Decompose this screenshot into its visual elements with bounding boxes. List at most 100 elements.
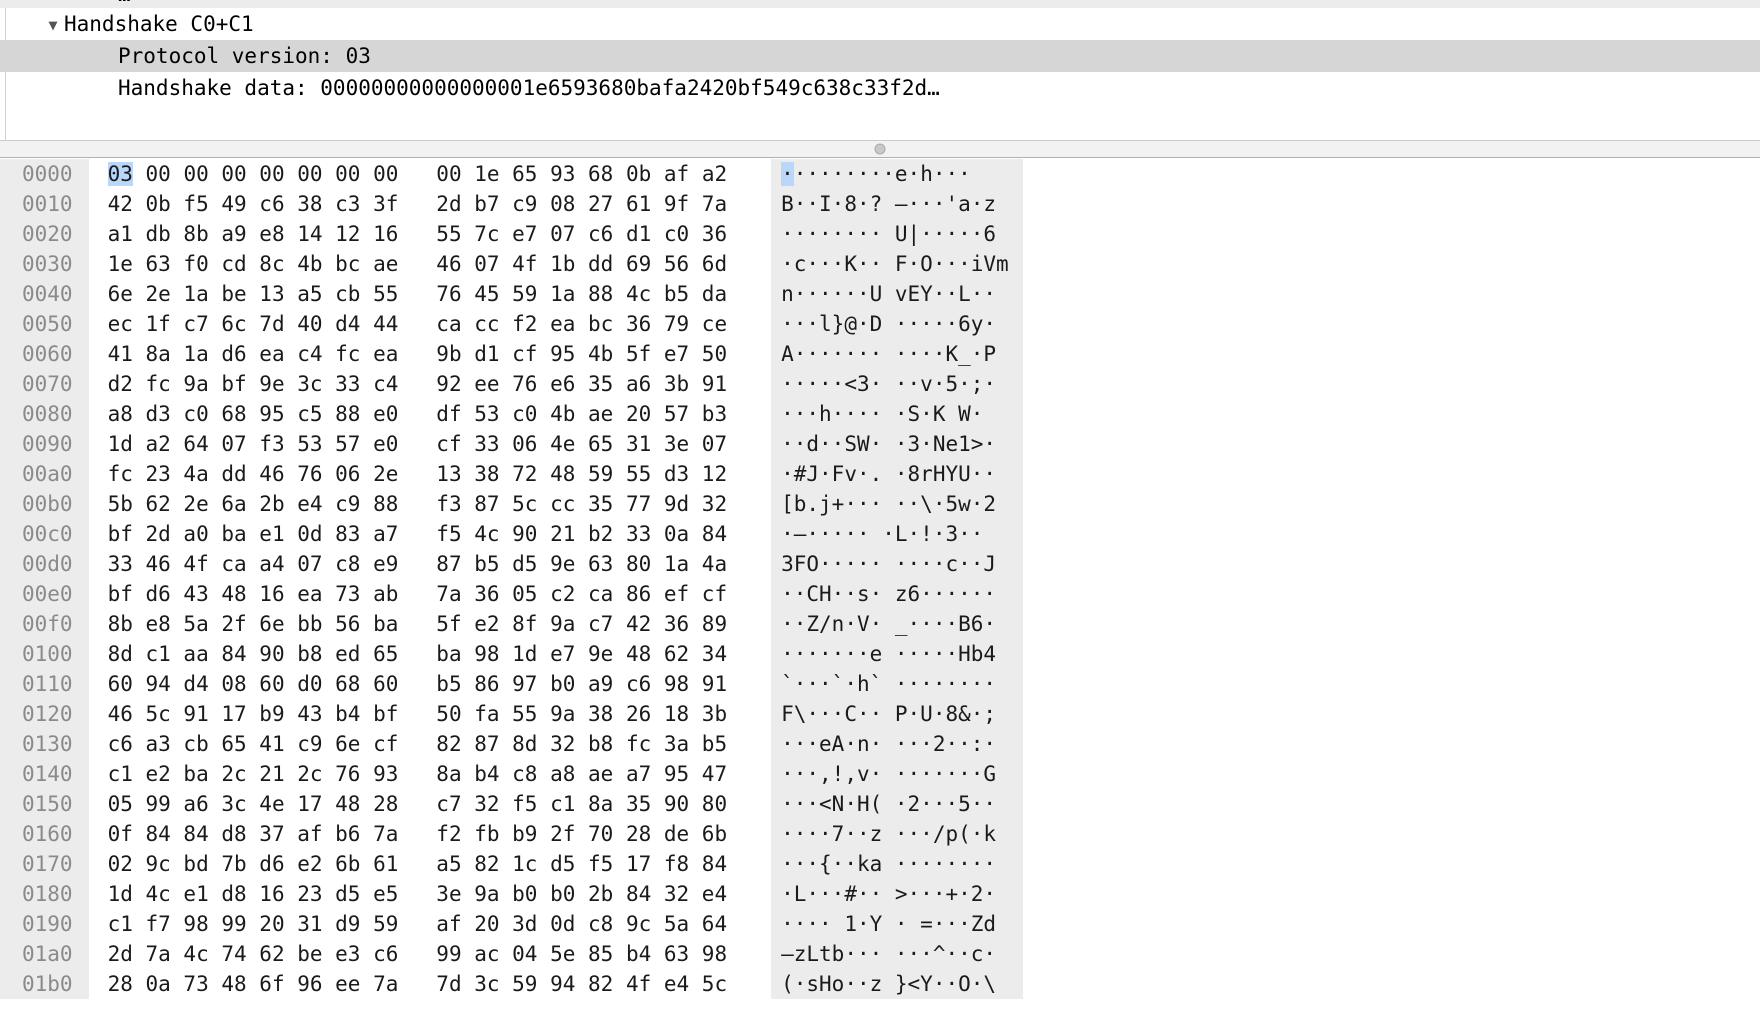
hex-bytes-cell[interactable]: 5b 62 2e 6a 2b e4 c9 88 f3 87 5c cc 35 7… xyxy=(89,489,744,519)
hex-bytes-cell[interactable]: c6 a3 cb 65 41 c9 6e cf 82 87 8d 32 b8 f… xyxy=(89,729,744,759)
hex-row[interactable]: 0140 c1 e2 ba 2c 21 2c 76 93 8a b4 c8 a8 … xyxy=(0,759,1023,789)
ascii-cell[interactable]: ·········e·h··· xyxy=(771,159,1023,189)
hex-ascii-gutter xyxy=(743,909,772,939)
pane-splitter[interactable] xyxy=(0,140,1760,158)
ascii-cell[interactable]: ········ U|·····6 xyxy=(771,219,1023,249)
tree-row-handshake[interactable]: ▼ Handshake C0+C1 xyxy=(0,8,1760,40)
hex-row[interactable]: 0180 1d 4c e1 d8 16 23 d5 e5 3e 9a b0 b0 … xyxy=(0,879,1023,909)
ascii-cell[interactable]: ·c···K·· F·O···iVm xyxy=(771,249,1023,279)
hex-bytes-cell[interactable]: 1e 63 f0 cd 8c 4b bc ae 46 07 4f 1b dd 6… xyxy=(89,249,744,279)
hex-bytes-cell[interactable]: 1d 4c e1 d8 16 23 d5 e5 3e 9a b0 b0 2b 8… xyxy=(89,879,744,909)
ascii-cell[interactable]: 3FO····· ····c··J xyxy=(771,549,1023,579)
ascii-cell[interactable]: B··I·8·? —···'a·z xyxy=(771,189,1023,219)
ascii-cell[interactable]: ··Z/n·V· _····B6· xyxy=(771,609,1023,639)
ascii-cell[interactable]: ···eA·n· ···2··:· xyxy=(771,729,1023,759)
hex-row[interactable]: 0170 02 9c bd 7b d6 e2 6b 61 a5 82 1c d5 … xyxy=(0,849,1023,879)
hex-row[interactable]: 01a0 2d 7a 4c 74 62 be e3 c6 99 ac 04 5e … xyxy=(0,939,1023,969)
tree-row-handshake-data[interactable]: Handshake data: 00000000000000001e659368… xyxy=(0,72,1760,104)
hex-row[interactable]: 00b0 5b 62 2e 6a 2b e4 c9 88 f3 87 5c cc … xyxy=(0,489,1023,519)
ascii-cell[interactable]: ···· 1·Y · =···Zd xyxy=(771,909,1023,939)
hex-row[interactable]: 00d0 33 46 4f ca a4 07 c8 e9 87 b5 d5 9e … xyxy=(0,549,1023,579)
ascii-cell[interactable]: ···h···· ·S·K W· xyxy=(771,399,1023,429)
hex-bytes-cell[interactable]: 03 00 00 00 00 00 00 00 00 1e 65 93 68 0… xyxy=(89,159,744,189)
hex-bytes-cell[interactable]: 42 0b f5 49 c6 38 c3 3f 2d b7 c9 08 27 6… xyxy=(89,189,744,219)
hex-bytes-cell[interactable]: 8d c1 aa 84 90 b8 ed 65 ba 98 1d e7 9e 4… xyxy=(89,639,744,669)
ascii-cell[interactable]: ·L···#·· >···+·2· xyxy=(771,879,1023,909)
hex-bytes-cell[interactable]: 41 8a 1a d6 ea c4 fc ea 9b d1 cf 95 4b 5… xyxy=(89,339,744,369)
selected-byte[interactable]: 03 xyxy=(107,162,133,186)
ascii-cell[interactable]: [b.j+··· ··\·5w·2 xyxy=(771,489,1023,519)
ascii-cell[interactable]: ···,!,v· ·······G xyxy=(771,759,1023,789)
hex-row[interactable]: 0110 60 94 d4 08 60 d0 68 60 b5 86 97 b0 … xyxy=(0,669,1023,699)
hex-offset-cell: 0040 xyxy=(0,279,90,309)
hex-row[interactable]: 0130 c6 a3 cb 65 41 c9 6e cf 82 87 8d 32 … xyxy=(0,729,1023,759)
drag-handle-icon[interactable] xyxy=(874,143,886,155)
hex-bytes-cell[interactable]: c1 e2 ba 2c 21 2c 76 93 8a b4 c8 a8 ae a… xyxy=(89,759,744,789)
hex-row[interactable]: 0150 05 99 a6 3c 4e 17 48 28 c7 32 f5 c1 … xyxy=(0,789,1023,819)
hex-bytes-cell[interactable]: 60 94 d4 08 60 d0 68 60 b5 86 97 b0 a9 c… xyxy=(89,669,744,699)
hex-row[interactable]: 00f0 8b e8 5a 2f 6e bb 56 ba 5f e2 8f 9a … xyxy=(0,609,1023,639)
hex-row[interactable]: 0020 a1 db 8b a9 e8 14 12 16 55 7c e7 07 … xyxy=(0,219,1023,249)
ascii-cell[interactable]: `···`·h` ········ xyxy=(771,669,1023,699)
hex-ascii-gutter xyxy=(743,729,772,759)
hex-row[interactable]: 00e0 bf d6 43 48 16 ea 73 ab 7a 36 05 c2 … xyxy=(0,579,1023,609)
hex-row[interactable]: 00c0 bf 2d a0 ba e1 0d 83 a7 f5 4c 90 21 … xyxy=(0,519,1023,549)
hex-bytes-cell[interactable]: 6e 2e 1a be 13 a5 cb 55 76 45 59 1a 88 4… xyxy=(89,279,744,309)
hex-bytes-cell[interactable]: 28 0a 73 48 6f 96 ee 7a 7d 3c 59 94 82 4… xyxy=(89,969,744,999)
ascii-cell[interactable]: ··d··SW· ·3·Ne1>· xyxy=(771,429,1023,459)
ascii-cell[interactable]: A······· ····K_·P xyxy=(771,339,1023,369)
ascii-cell[interactable]: ·····<3· ··v·5·;· xyxy=(771,369,1023,399)
hex-bytes-cell[interactable]: a1 db 8b a9 e8 14 12 16 55 7c e7 07 c6 d… xyxy=(89,219,744,249)
ascii-cell[interactable]: ··CH··s· z6······ xyxy=(771,579,1023,609)
expander-triangle-down-icon[interactable]: ▼ xyxy=(42,9,64,41)
hex-bytes-cell[interactable]: c1 f7 98 99 20 31 d9 59 af 20 3d 0d c8 9… xyxy=(89,909,744,939)
hex-bytes-cell[interactable]: 8b e8 5a 2f 6e bb 56 ba 5f e2 8f 9a c7 4… xyxy=(89,609,744,639)
hex-bytes-cell[interactable]: 05 99 a6 3c 4e 17 48 28 c7 32 f5 c1 8a 3… xyxy=(89,789,744,819)
hex-row[interactable]: 0120 46 5c 91 17 b9 43 b4 bf 50 fa 55 9a … xyxy=(0,699,1023,729)
hex-row[interactable]: 0190 c1 f7 98 99 20 31 d9 59 af 20 3d 0d … xyxy=(0,909,1023,939)
hex-bytes-cell[interactable]: bf d6 43 48 16 ea 73 ab 7a 36 05 c2 ca 8… xyxy=(89,579,744,609)
selected-ascii-char[interactable]: · xyxy=(781,162,794,186)
hex-bytes-cell[interactable]: d2 fc 9a bf 9e 3c 33 c4 92 ee 76 e6 35 a… xyxy=(89,369,744,399)
hex-row[interactable]: 0160 0f 84 84 d8 37 af b6 7a f2 fb b9 2f … xyxy=(0,819,1023,849)
hex-bytes-cell[interactable]: ec 1f c7 6c 7d 40 d4 44 ca cc f2 ea bc 3… xyxy=(89,309,744,339)
hex-bytes-cell[interactable]: 02 9c bd 7b d6 e2 6b 61 a5 82 1c d5 f5 1… xyxy=(89,849,744,879)
hex-row[interactable]: 0090 1d a2 64 07 f3 53 57 e0 cf 33 06 4e … xyxy=(0,429,1023,459)
hex-bytes-cell[interactable]: 33 46 4f ca a4 07 c8 e9 87 b5 d5 9e 63 8… xyxy=(89,549,744,579)
hex-row[interactable]: 0060 41 8a 1a d6 ea c4 fc ea 9b d1 cf 95 … xyxy=(0,339,1023,369)
hex-row[interactable]: 01b0 28 0a 73 48 6f 96 ee 7a 7d 3c 59 94 … xyxy=(0,969,1023,999)
ascii-cell[interactable]: (·sHo··z }<Y··O·\ xyxy=(771,969,1023,999)
ascii-cell[interactable]: n······U vEY··L·· xyxy=(771,279,1023,309)
hex-bytes-cell[interactable]: 46 5c 91 17 b9 43 b4 bf 50 fa 55 9a 38 2… xyxy=(89,699,744,729)
ascii-cell[interactable]: ·······e ·····Hb4 xyxy=(771,639,1023,669)
hex-ascii-gutter xyxy=(743,819,772,849)
ascii-cell[interactable]: ·—····· ·L·!·3·· xyxy=(771,519,1023,549)
hex-row[interactable]: 0070 d2 fc 9a bf 9e 3c 33 c4 92 ee 76 e6 … xyxy=(0,369,1023,399)
hex-bytes-cell[interactable]: 0f 84 84 d8 37 af b6 7a f2 fb b9 2f 70 2… xyxy=(89,819,744,849)
hex-row[interactable]: 0010 42 0b f5 49 c6 38 c3 3f 2d b7 c9 08 … xyxy=(0,189,1023,219)
hex-row[interactable]: 0100 8d c1 aa 84 90 b8 ed 65 ba 98 1d e7 … xyxy=(0,639,1023,669)
hex-bytes-cell[interactable]: 2d 7a 4c 74 62 be e3 c6 99 ac 04 5e 85 b… xyxy=(89,939,744,969)
hex-bytes-cell[interactable]: 1d a2 64 07 f3 53 57 e0 cf 33 06 4e 65 3… xyxy=(89,429,744,459)
tree-row-protocol-version[interactable]: Protocol version: 03 xyxy=(0,40,1760,72)
hex-bytes-cell[interactable]: fc 23 4a dd 46 76 06 2e 13 38 72 48 59 5… xyxy=(89,459,744,489)
hex-offset-cell: 00f0 xyxy=(0,609,90,639)
ascii-cell[interactable]: ·#J·Fv·. ·8rHYU·· xyxy=(771,459,1023,489)
ascii-cell[interactable]: —zLtb··· ···^··c· xyxy=(771,939,1023,969)
hex-row[interactable]: 0080 a8 d3 c0 68 95 c5 88 e0 df 53 c0 4b … xyxy=(0,399,1023,429)
hex-row[interactable]: 00a0 fc 23 4a dd 46 76 06 2e 13 38 72 48 … xyxy=(0,459,1023,489)
hex-row[interactable]: 0050 ec 1f c7 6c 7d 40 d4 44 ca cc f2 ea … xyxy=(0,309,1023,339)
ascii-cell[interactable]: ···<N·H( ·2···5·· xyxy=(771,789,1023,819)
hex-bytes-cell[interactable]: bf 2d a0 ba e1 0d 83 a7 f5 4c 90 21 b2 3… xyxy=(89,519,744,549)
ascii-cell[interactable]: ····7··z ···/p(·k xyxy=(771,819,1023,849)
hex-row[interactable]: 0000 03 00 00 00 00 00 00 00 00 1e 65 93 … xyxy=(0,159,1023,189)
hex-row[interactable]: 0030 1e 63 f0 cd 8c 4b bc ae 46 07 4f 1b … xyxy=(0,249,1023,279)
hex-offset-cell: 0070 xyxy=(0,369,90,399)
ascii-cell[interactable]: F\···C·· P·U·8&·; xyxy=(771,699,1023,729)
hex-offset-cell: 0060 xyxy=(0,339,90,369)
ascii-cell[interactable]: ···l}@·D ·····6y· xyxy=(771,309,1023,339)
ascii-cell[interactable]: ···{··ka ········ xyxy=(771,849,1023,879)
hex-bytes-cell[interactable]: a8 d3 c0 68 95 c5 88 e0 df 53 c0 4b ae 2… xyxy=(89,399,744,429)
hex-row[interactable]: 0040 6e 2e 1a be 13 a5 cb 55 76 45 59 1a … xyxy=(0,279,1023,309)
packet-bytes-pane[interactable]: 0000 03 00 00 00 00 00 00 00 00 1e 65 93 … xyxy=(0,159,1760,1020)
